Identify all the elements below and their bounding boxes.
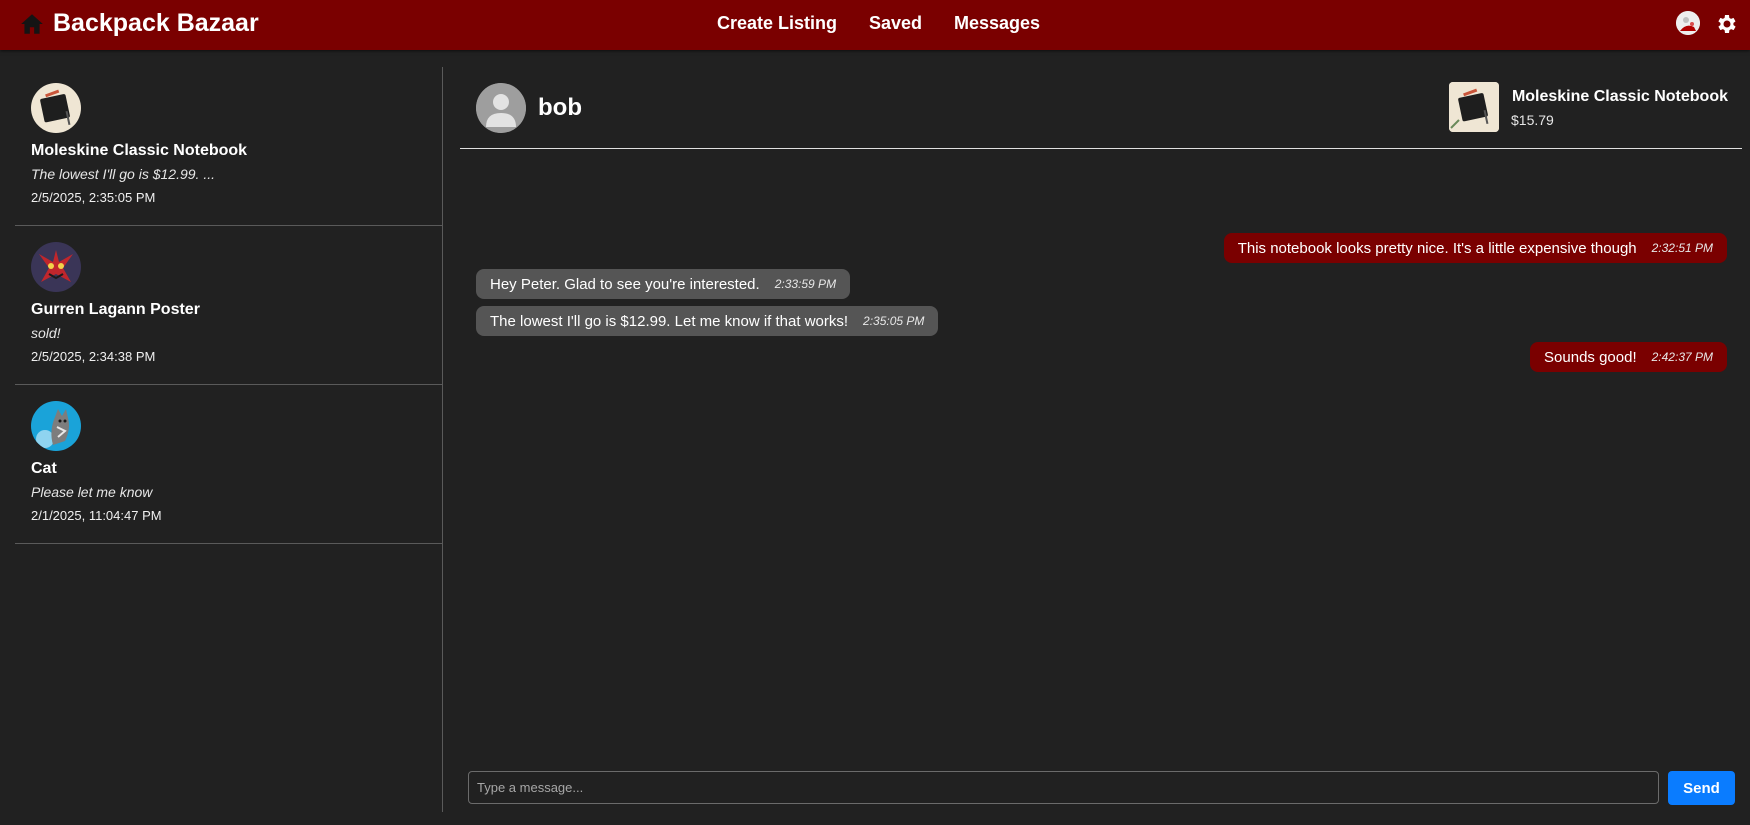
chat-header: bob Moleskine Classic Notebook $15.79 bbox=[460, 67, 1742, 149]
message-bubble-received: Hey Peter. Glad to see you're interested… bbox=[476, 269, 851, 299]
conversation-timestamp: 2/5/2025, 2:35:05 PM bbox=[31, 190, 156, 205]
home-icon[interactable] bbox=[19, 11, 45, 37]
message-bubble-sent: Sounds good! 2:42:37 PM bbox=[1530, 342, 1727, 372]
listing-thumbnail[interactable] bbox=[1449, 82, 1499, 132]
message-time: 2:33:59 PM bbox=[774, 277, 837, 291]
conversation-title: Moleskine Classic Notebook bbox=[31, 142, 248, 159]
conversation-timestamp: 2/1/2025, 11:04:47 PM bbox=[31, 508, 162, 523]
conversation-title: Gurren Lagann Poster bbox=[31, 301, 200, 318]
conversation-item[interactable]: Cat Please let me know 2/1/2025, 11:04:4… bbox=[15, 385, 443, 544]
chat-panel: bob Moleskine Classic Notebook $15.79 Th… bbox=[460, 67, 1742, 812]
message-thread: This notebook looks pretty nice. It's a … bbox=[460, 150, 1742, 750]
partner-avatar bbox=[476, 83, 526, 133]
conversation-timestamp: 2/5/2025, 2:34:38 PM bbox=[31, 349, 156, 364]
message-time: 2:42:37 PM bbox=[1651, 350, 1713, 364]
cat-thumbnail bbox=[31, 401, 81, 451]
conversation-title: Cat bbox=[31, 460, 57, 477]
nav-messages[interactable]: Messages bbox=[954, 13, 1040, 34]
partner-name: bob bbox=[538, 94, 582, 121]
listing-title[interactable]: Moleskine Classic Notebook bbox=[1512, 88, 1728, 106]
nav-saved[interactable]: Saved bbox=[869, 13, 922, 34]
message-text: This notebook looks pretty nice. It's a … bbox=[1237, 239, 1637, 257]
message-time: 2:32:51 PM bbox=[1651, 241, 1713, 255]
listing-price: $15.79 bbox=[1511, 112, 1554, 128]
message-text: The lowest I'll go is $12.99. Let me kno… bbox=[490, 312, 849, 330]
notebook-thumbnail bbox=[31, 83, 81, 133]
send-button[interactable]: Send bbox=[1668, 771, 1735, 805]
gear-icon[interactable] bbox=[1715, 12, 1739, 36]
poster-thumbnail bbox=[31, 242, 81, 292]
top-navbar: Backpack Bazaar Create Listing Saved Mes… bbox=[0, 0, 1750, 50]
brand-title[interactable]: Backpack Bazaar bbox=[53, 9, 259, 38]
message-bubble-sent: This notebook looks pretty nice. It's a … bbox=[1223, 233, 1727, 263]
conversation-preview: The lowest I'll go is $12.99. ... bbox=[31, 166, 215, 182]
conversation-preview: Please let me know bbox=[31, 484, 153, 500]
message-bubble-received: The lowest I'll go is $12.99. Let me kno… bbox=[476, 306, 939, 336]
conversation-item[interactable]: Gurren Lagann Poster sold! 2/5/2025, 2:3… bbox=[15, 226, 443, 385]
nav-create-listing[interactable]: Create Listing bbox=[717, 13, 837, 34]
message-text: Sounds good! bbox=[1544, 348, 1637, 366]
conversation-list: Moleskine Classic Notebook The lowest I'… bbox=[15, 67, 443, 812]
message-time: 2:35:05 PM bbox=[863, 314, 925, 328]
conversation-item[interactable]: Moleskine Classic Notebook The lowest I'… bbox=[15, 67, 443, 226]
message-text: Hey Peter. Glad to see you're interested… bbox=[490, 275, 760, 293]
user-avatar[interactable] bbox=[1676, 11, 1700, 35]
message-input[interactable] bbox=[468, 771, 1659, 804]
conversation-preview: sold! bbox=[31, 325, 61, 341]
